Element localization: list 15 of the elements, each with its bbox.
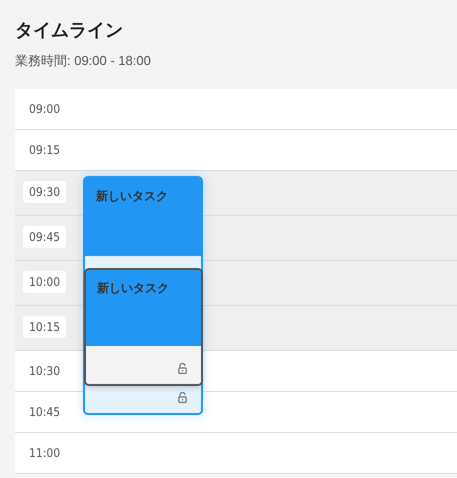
page-title: タイムライン <box>15 19 124 42</box>
dragged-task-card[interactable]: 新しいタスク <box>84 268 203 386</box>
task-title: 新しいタスク <box>96 189 168 203</box>
time-label: 09:30 <box>23 181 66 203</box>
time-label: 10:30 <box>28 363 62 380</box>
time-label: 10:00 <box>23 271 66 293</box>
time-label: 09:45 <box>23 226 66 248</box>
time-label: 10:45 <box>28 404 62 421</box>
time-label: 09:15 <box>28 142 62 159</box>
business-hours-text: 業務時間: 09:00 - 18:00 <box>15 52 152 70</box>
task-title: 新しいタスク <box>97 281 169 295</box>
time-label: 09:00 <box>28 101 62 118</box>
time-label: 11:00 <box>28 445 62 462</box>
time-label: 10:15 <box>23 316 66 338</box>
task-card-header[interactable]: 新しいタスク <box>85 178 201 256</box>
